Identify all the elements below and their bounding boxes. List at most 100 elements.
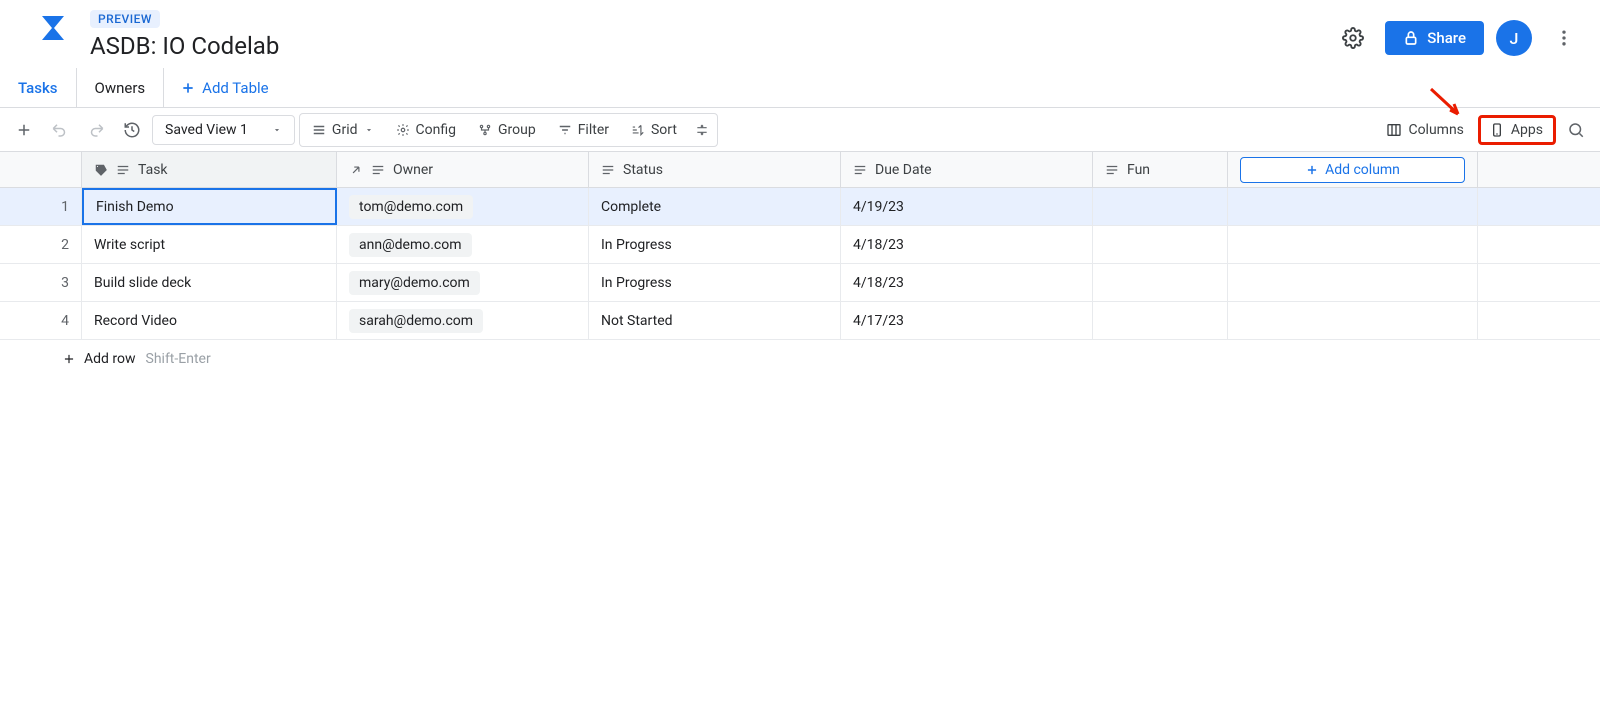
share-label: Share bbox=[1427, 29, 1466, 47]
column-header-fun[interactable]: Fun bbox=[1093, 152, 1228, 187]
config-button[interactable]: Config bbox=[386, 116, 466, 144]
row-number[interactable]: 4 bbox=[0, 302, 82, 339]
group-button[interactable]: Group bbox=[468, 116, 546, 144]
table-row[interactable]: 1 Finish Demo tom@demo.com Complete 4/19… bbox=[0, 188, 1600, 226]
cell-due[interactable]: 4/18/23 bbox=[841, 226, 1093, 263]
cell-fun[interactable] bbox=[1093, 188, 1228, 225]
cell-empty[interactable] bbox=[1228, 226, 1478, 263]
cell-task[interactable]: Write script bbox=[82, 226, 337, 263]
column-header-status[interactable]: Status bbox=[589, 152, 841, 187]
column-header-task[interactable]: Task bbox=[82, 152, 337, 187]
config-label: Config bbox=[416, 122, 456, 138]
column-header-due[interactable]: Due Date bbox=[841, 152, 1093, 187]
columns-icon bbox=[1386, 122, 1402, 138]
redo-button[interactable] bbox=[80, 114, 112, 146]
cell-empty[interactable] bbox=[1228, 302, 1478, 339]
user-avatar[interactable]: J bbox=[1496, 20, 1532, 56]
page-title[interactable]: ASDB: IO Codelab bbox=[90, 32, 279, 60]
cell-fun[interactable] bbox=[1093, 302, 1228, 339]
chevron-down-icon bbox=[272, 125, 282, 135]
row-number[interactable]: 2 bbox=[0, 226, 82, 263]
cell-status[interactable]: Not Started bbox=[589, 302, 841, 339]
row-number[interactable]: 3 bbox=[0, 264, 82, 301]
group-icon bbox=[478, 123, 492, 137]
sort-icon bbox=[631, 123, 645, 137]
cell-status[interactable]: Complete bbox=[589, 188, 841, 225]
grid-view-button[interactable]: Grid bbox=[302, 116, 384, 144]
more-menu-button[interactable] bbox=[1544, 18, 1584, 58]
view-label: Saved View 1 bbox=[165, 122, 248, 138]
plus-icon bbox=[62, 352, 76, 366]
cell-due[interactable]: 4/19/23 bbox=[841, 188, 1093, 225]
add-row-hint: Shift-Enter bbox=[146, 351, 211, 367]
text-icon bbox=[601, 163, 615, 177]
redo-icon bbox=[87, 121, 105, 139]
gear-icon bbox=[1342, 27, 1364, 49]
cell-empty[interactable] bbox=[1228, 264, 1478, 301]
cell-fun[interactable] bbox=[1093, 226, 1228, 263]
cell-fun[interactable] bbox=[1093, 264, 1228, 301]
search-icon bbox=[1567, 121, 1585, 139]
rownum-header bbox=[0, 152, 82, 187]
cell-task[interactable]: Record Video bbox=[82, 302, 337, 339]
cell-status[interactable]: In Progress bbox=[589, 226, 841, 263]
view-selector[interactable]: Saved View 1 bbox=[152, 115, 295, 145]
table-row[interactable]: 3 Build slide deck mary@demo.com In Prog… bbox=[0, 264, 1600, 302]
cell-owner[interactable]: mary@demo.com bbox=[337, 264, 589, 301]
add-row-label: Add row bbox=[84, 351, 136, 367]
add-button[interactable] bbox=[8, 114, 40, 146]
label-icon bbox=[94, 163, 108, 177]
filter-icon bbox=[558, 123, 572, 137]
sort-button[interactable]: Sort bbox=[621, 116, 687, 144]
text-icon bbox=[116, 163, 130, 177]
text-icon bbox=[1105, 163, 1119, 177]
table-row[interactable]: 2 Write script ann@demo.com In Progress … bbox=[0, 226, 1600, 264]
filter-label: Filter bbox=[578, 122, 609, 138]
group-label: Group bbox=[498, 122, 536, 138]
settings-button[interactable] bbox=[1333, 18, 1373, 58]
tab-tasks[interactable]: Tasks bbox=[0, 68, 77, 107]
row-height-button[interactable] bbox=[689, 117, 715, 143]
phone-icon bbox=[1489, 122, 1505, 138]
undo-button[interactable] bbox=[44, 114, 76, 146]
plus-icon bbox=[15, 121, 33, 139]
cell-due[interactable]: 4/17/23 bbox=[841, 302, 1093, 339]
cell-owner[interactable]: sarah@demo.com bbox=[337, 302, 589, 339]
cell-owner[interactable]: ann@demo.com bbox=[337, 226, 589, 263]
history-button[interactable] bbox=[116, 114, 148, 146]
chevron-down-icon bbox=[364, 125, 374, 135]
row-number[interactable]: 1 bbox=[0, 188, 82, 225]
more-vert-icon bbox=[1554, 28, 1574, 48]
table-row[interactable]: 4 Record Video sarah@demo.com Not Starte… bbox=[0, 302, 1600, 340]
ref-icon bbox=[349, 163, 363, 177]
view-toolbar: Saved View 1 Grid Config Group Filter So… bbox=[0, 108, 1600, 152]
cell-task[interactable]: Finish Demo bbox=[82, 188, 337, 225]
columns-button[interactable]: Columns bbox=[1376, 116, 1473, 144]
app-header: PREVIEW ASDB: IO Codelab Share J bbox=[0, 0, 1600, 68]
plus-icon bbox=[1305, 163, 1319, 177]
add-table-button[interactable]: Add Table bbox=[164, 79, 284, 97]
filter-button[interactable]: Filter bbox=[548, 116, 619, 144]
cell-due[interactable]: 4/18/23 bbox=[841, 264, 1093, 301]
cell-owner[interactable]: tom@demo.com bbox=[337, 188, 589, 225]
search-button[interactable] bbox=[1560, 114, 1592, 146]
text-icon bbox=[853, 163, 867, 177]
app-logo bbox=[40, 14, 66, 44]
sort-label: Sort bbox=[651, 122, 677, 138]
gear-icon bbox=[396, 123, 410, 137]
cell-status[interactable]: In Progress bbox=[589, 264, 841, 301]
cell-empty[interactable] bbox=[1228, 188, 1478, 225]
list-icon bbox=[312, 123, 326, 137]
add-table-label: Add Table bbox=[202, 79, 268, 97]
cell-task[interactable]: Build slide deck bbox=[82, 264, 337, 301]
column-header-owner[interactable]: Owner bbox=[337, 152, 589, 187]
history-icon bbox=[123, 121, 141, 139]
add-column-button[interactable]: Add column bbox=[1240, 157, 1465, 183]
add-row[interactable]: Add row Shift-Enter bbox=[0, 340, 1600, 378]
share-button[interactable]: Share bbox=[1385, 21, 1484, 55]
add-column-header: Add column bbox=[1228, 152, 1478, 187]
tab-owners[interactable]: Owners bbox=[77, 68, 165, 107]
row-height-icon bbox=[695, 123, 709, 137]
grid-header: Task Owner Status Due Date Fun Add colum… bbox=[0, 152, 1600, 188]
apps-button[interactable]: Apps bbox=[1478, 115, 1556, 145]
